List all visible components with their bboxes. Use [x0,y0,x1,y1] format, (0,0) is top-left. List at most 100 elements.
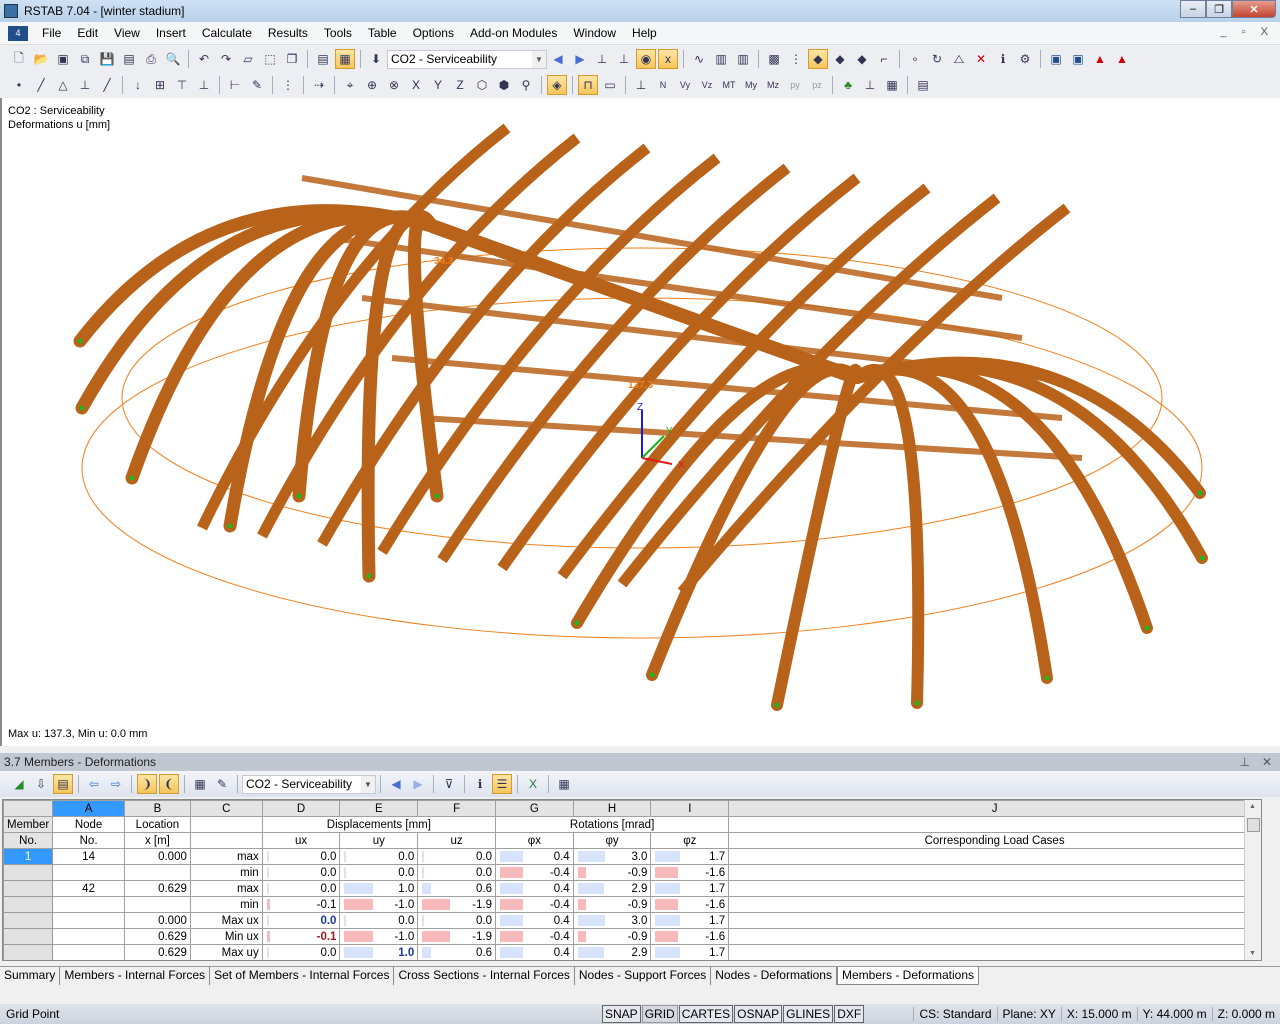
result-values-icon[interactable]: x [658,49,678,69]
table-view-icon[interactable]: ▦ [190,774,210,794]
menu-results[interactable]: Results [260,26,316,40]
next-load-case-icon[interactable]: ▶ [570,49,590,69]
grid-icon[interactable]: ⋮ [786,49,806,69]
print-preview-icon[interactable]: 🔍 [163,49,183,69]
corner-cell[interactable] [3,800,54,817]
load-values-icon[interactable]: ⊥ [614,49,634,69]
location-cell[interactable]: 0.629 [123,880,191,897]
column-header-i[interactable]: I [650,800,730,817]
rotate-icon[interactable]: ↻ [927,49,947,69]
type-cell[interactable]: max [189,848,263,865]
member-cell[interactable]: 1 [3,848,54,865]
vertical-scrollbar[interactable]: ▲ ▼ [1244,800,1261,960]
ux-cell[interactable]: 0.0 [261,880,341,897]
load-cases-cell[interactable] [728,848,1261,865]
uy-cell[interactable]: -1.0 [339,928,419,945]
grid-toggle[interactable]: GRID [641,1005,678,1023]
open-file-icon[interactable]: 📂 [31,49,51,69]
visibility-icon[interactable]: ⚲ [516,75,536,95]
uz-cell[interactable]: 0.0 [417,912,496,929]
uy-cell[interactable]: -1.0 [339,896,419,913]
force-n-icon[interactable]: N [653,75,673,95]
minimize-button[interactable]: – [1180,0,1206,18]
scroll-up-icon[interactable]: ▲ [1249,803,1256,810]
result-table-icon[interactable]: ▦ [882,75,902,95]
moment-mz-icon[interactable]: Mz [763,75,783,95]
node-cell[interactable] [52,864,125,881]
ux-cell[interactable]: -0.1 [261,928,341,945]
node-cell[interactable] [52,928,125,945]
table-toggle-icon[interactable]: ▦ [335,49,355,69]
node-cell[interactable] [52,912,125,929]
member-cell[interactable] [3,912,54,929]
member-load-icon[interactable]: ▲ [1112,49,1132,69]
type-cell[interactable]: max [189,880,263,897]
phiy-cell[interactable]: 3.0 [572,912,652,929]
zoom-all-icon[interactable]: ⌖ [340,75,360,95]
location-cell[interactable]: 0.000 [123,848,191,865]
member-support-icon[interactable]: ⊤ [172,75,192,95]
member-cell[interactable] [3,880,54,897]
load-cases-cell[interactable] [728,944,1261,960]
load-cases-cell[interactable] [728,928,1261,945]
phiy-cell[interactable]: -0.9 [572,864,652,881]
previous-table-icon[interactable]: ⇦ [84,774,104,794]
uz-cell[interactable]: 0.0 [417,864,496,881]
uz-cell[interactable]: -1.9 [417,896,496,913]
uy-cell[interactable]: 0.0 [339,864,419,881]
isometric-icon[interactable]: ⬡ [472,75,492,95]
menu-view[interactable]: View [106,26,148,40]
scroll-thumb[interactable] [1247,818,1260,832]
results-filter-a-icon[interactable]: ❩ [137,774,157,794]
table-row[interactable]: 0.000 Max ux 0.0 0.0 0.0 0.4 3.0 1.7 [3,912,1261,929]
render-mode-icon[interactable]: ◈ [547,75,567,95]
ux-cell[interactable]: 0.0 [261,912,341,929]
ux-cell[interactable]: 0.0 [261,944,341,960]
location-cell[interactable] [123,864,191,881]
table-row[interactable]: 1 14 0.000 max 0.0 0.0 0.0 0.4 3.0 1.7 [3,848,1261,865]
tab-summary[interactable]: Summary [0,967,61,985]
excel-export-icon[interactable]: X [523,774,543,794]
uz-cell[interactable]: 0.0 [417,848,496,865]
copy-model-icon[interactable]: ⧉ [75,49,95,69]
menu-edit[interactable]: Edit [69,26,106,40]
phiz-cell[interactable]: 1.7 [650,880,730,897]
nodal-support-icon[interactable]: ↓ [128,75,148,95]
column-header-f[interactable]: F [417,800,496,817]
section-view-icon[interactable]: ▭ [600,75,620,95]
menu-addon-modules[interactable]: Add-on Modules [462,26,565,40]
archive-icon[interactable]: ▣ [53,49,73,69]
moment-mt-icon[interactable]: MT [719,75,739,95]
ux-cell[interactable]: -0.1 [261,896,341,913]
phiy-cell[interactable]: 2.9 [572,944,652,960]
member-cell[interactable] [3,864,54,881]
new-member-icon[interactable]: ╱ [31,75,51,95]
table-row[interactable]: 0.629 Max uy 0.0 1.0 0.6 0.4 2.9 1.7 [3,944,1261,960]
load-cases-cell[interactable] [728,912,1261,929]
location-cell[interactable]: 0.629 [123,944,191,960]
guideline-icon[interactable]: ⋮ [278,75,298,95]
column-header-d[interactable]: D [261,800,341,817]
menu-insert[interactable]: Insert [148,26,194,40]
phix-cell[interactable]: 0.4 [495,848,574,865]
load-case-icon[interactable]: ⬇ [366,49,386,69]
load-py-icon[interactable]: py [785,75,805,95]
move-icon[interactable]: ∘ [905,49,925,69]
uy-cell[interactable]: 0.0 [339,912,419,929]
column-header-b[interactable]: B [123,800,191,817]
restore-button[interactable]: ❐ [1206,0,1232,18]
chevron-down-icon[interactable]: ▼ [361,775,375,793]
next-table-icon[interactable]: ⇨ [106,774,126,794]
load-pz-icon[interactable]: pz [807,75,827,95]
select-icon[interactable]: ⬚ [260,49,280,69]
show-results-icon[interactable]: ◉ [636,49,656,69]
dxf-toggle[interactable]: DXF [834,1005,865,1023]
phiy-cell[interactable]: 2.9 [572,880,652,897]
column-header-a[interactable]: A [52,800,125,817]
node-cell[interactable] [52,944,125,960]
filter-icon[interactable]: ⊽ [439,774,459,794]
print-icon[interactable]: ⎙ [141,49,161,69]
previous-load-case-icon[interactable]: ◀ [548,49,568,69]
previous-lc-icon[interactable]: ◀ [386,774,406,794]
pin-icon[interactable]: ⊥ [1240,753,1250,771]
